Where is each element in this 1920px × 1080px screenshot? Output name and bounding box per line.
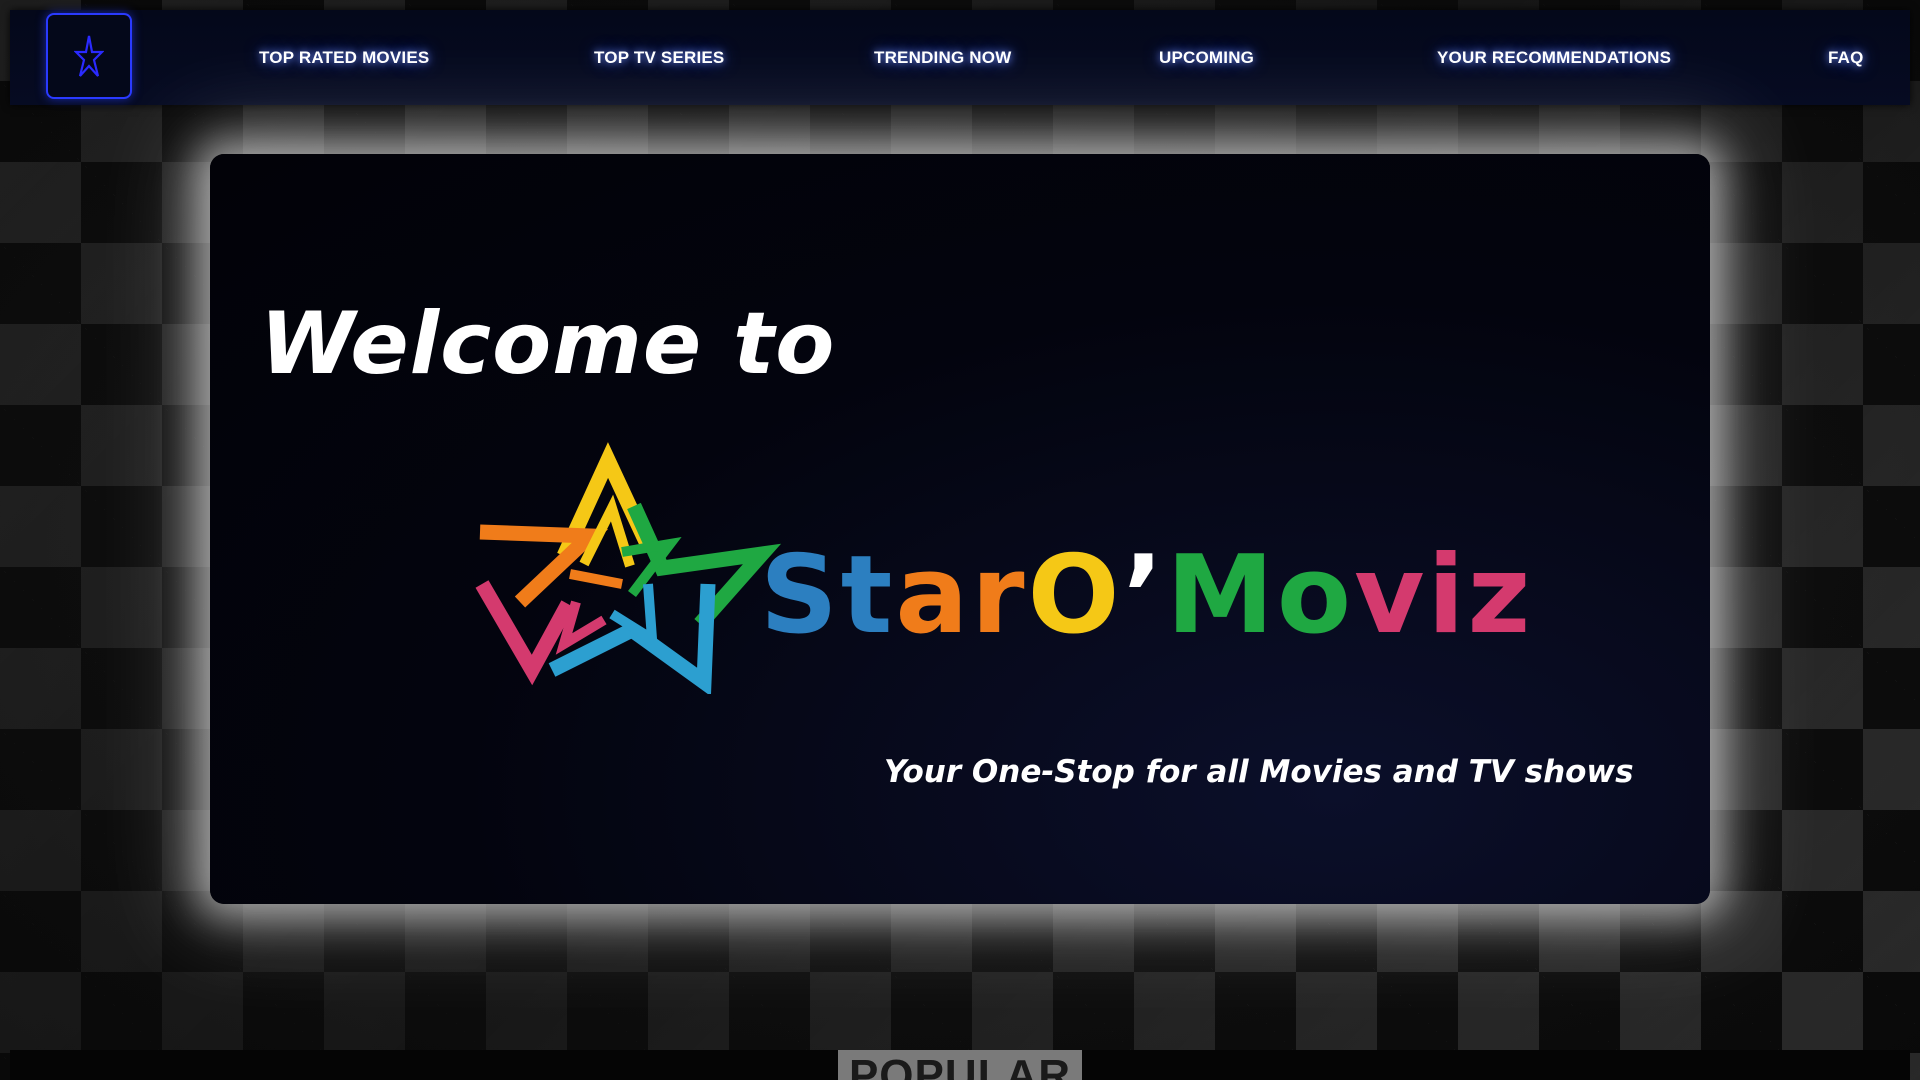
brand-star-icon	[475, 442, 782, 694]
star-logo-icon	[74, 35, 104, 77]
brand-part-7: v	[1354, 533, 1428, 658]
nav-trending-now[interactable]: TRENDING NOW	[874, 10, 1011, 105]
nav-your-recommendations[interactable]: YOUR RECOMMENDATIONS	[1437, 10, 1671, 105]
nav-top-tv-series[interactable]: TOP TV SERIES	[594, 10, 724, 105]
nav-upcoming[interactable]: UPCOMING	[1159, 10, 1254, 105]
brand-part-8: iz	[1427, 533, 1534, 658]
hero-banner: Welcome to StarO’Moviz Your One-Stop for…	[210, 154, 1710, 904]
popular-section-heading: POPULAR	[838, 1050, 1082, 1080]
brand-part-6: o	[1276, 533, 1355, 658]
welcome-heading: Welcome to	[260, 294, 836, 394]
brand-part-2: ar	[895, 533, 1028, 658]
popular-heading-text: POPULAR	[848, 1051, 1072, 1080]
brand-part-5: M	[1166, 533, 1277, 658]
top-navbar: TOP RATED MOVIES TOP TV SERIES TRENDING …	[10, 10, 1910, 105]
nav-faq[interactable]: FAQ	[1828, 10, 1864, 105]
brand-part-3: O	[1027, 533, 1123, 658]
hero-tagline: Your One-Stop for all Movies and TV show…	[884, 754, 1634, 790]
home-logo-button[interactable]	[46, 13, 132, 99]
brand-part-1: St	[760, 533, 896, 658]
brand-name: StarO’Moviz	[760, 542, 1533, 650]
nav-top-rated-movies[interactable]: TOP RATED MOVIES	[259, 10, 429, 105]
brand-part-4: ’	[1122, 533, 1167, 658]
